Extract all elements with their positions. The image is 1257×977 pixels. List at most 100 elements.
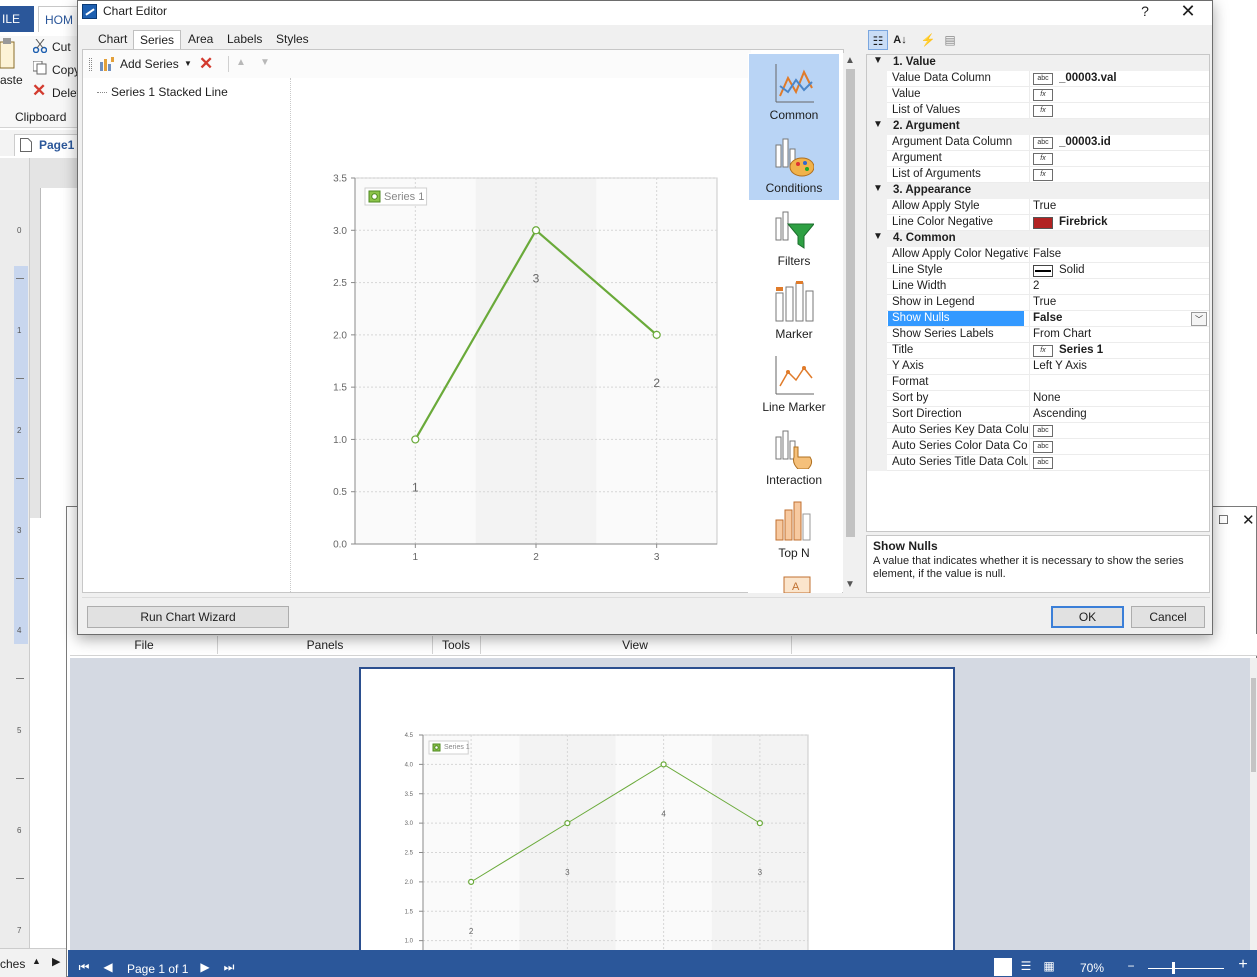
expression-icon[interactable]: fx (1033, 345, 1053, 357)
zoom-slider-thumb[interactable] (1172, 962, 1175, 974)
column-divider[interactable] (1029, 423, 1030, 439)
copy-button[interactable]: Copy (52, 63, 80, 77)
category-marker[interactable]: Marker (749, 273, 839, 346)
abc-icon[interactable]: abc (1033, 137, 1053, 149)
column-divider[interactable] (1029, 439, 1030, 455)
column-divider[interactable] (1029, 167, 1030, 183)
column-divider[interactable] (1029, 215, 1030, 231)
column-divider[interactable] (1029, 327, 1030, 343)
categorized-view-icon[interactable]: ☷ (868, 30, 888, 50)
column-divider[interactable] (1029, 375, 1030, 391)
add-series-button[interactable]: Add Series (120, 57, 179, 71)
scroll-down-icon[interactable]: ▼ (845, 579, 855, 590)
abc-icon[interactable]: abc (1033, 457, 1053, 469)
text-chart-icon[interactable]: A (774, 575, 814, 593)
property-row[interactable]: Line Color Negative Firebrick (867, 215, 1209, 231)
first-page-icon[interactable]: ⏮ (77, 960, 91, 974)
menu-file[interactable]: File (116, 638, 172, 652)
collapse-icon[interactable]: ▼ (873, 119, 883, 130)
property-row[interactable]: Argument fx (867, 151, 1209, 167)
property-row[interactable]: Show Nulls False ﹀ (867, 311, 1209, 327)
scissors-icon[interactable] (33, 39, 47, 53)
property-row[interactable]: Sort Direction Ascending (867, 407, 1209, 423)
column-divider[interactable] (1029, 359, 1030, 375)
column-divider[interactable] (1029, 103, 1030, 119)
property-value[interactable]: False (1033, 312, 1193, 324)
property-row[interactable]: Value Data Column abc _00003.val (867, 71, 1209, 87)
column-divider[interactable] (1029, 135, 1030, 151)
multi-page-view-icon[interactable]: ▦ (1042, 959, 1056, 973)
property-row[interactable]: Value fx (867, 87, 1209, 103)
collapse-icon[interactable]: ▼ (873, 231, 883, 242)
tab-area[interactable]: Area (182, 30, 219, 50)
property-value[interactable]: True (1033, 296, 1193, 308)
run-chart-wizard-button[interactable]: Run Chart Wizard (87, 606, 289, 628)
column-divider[interactable] (1029, 343, 1030, 359)
expression-icon[interactable]: fx (1033, 105, 1053, 117)
units-dropdown-icon[interactable]: ▲ (32, 956, 41, 966)
column-divider[interactable] (1029, 455, 1030, 471)
property-category[interactable]: ▼ 1. Value (867, 55, 1209, 71)
continuous-view-icon[interactable]: ☰ (1019, 959, 1033, 973)
sort-az-icon[interactable]: A↓ (890, 30, 910, 50)
column-divider[interactable] (1029, 71, 1030, 87)
ribbon-tab-file[interactable]: ILE (0, 6, 34, 32)
property-value[interactable]: 2 (1033, 280, 1193, 292)
property-row[interactable]: Line Width 2 (867, 279, 1209, 295)
property-value[interactable]: _00003.id (1059, 136, 1219, 148)
collapse-icon[interactable]: ▼ (873, 183, 883, 194)
line-style-icon[interactable] (1033, 265, 1053, 277)
property-row[interactable]: Format (867, 375, 1209, 391)
column-divider[interactable] (1029, 247, 1030, 263)
paste-icon[interactable] (0, 38, 16, 72)
property-value[interactable]: Firebrick (1059, 216, 1219, 228)
column-divider[interactable] (1029, 151, 1030, 167)
property-value[interactable]: Left Y Axis (1033, 360, 1193, 372)
property-category[interactable]: ▼ 4. Common (867, 231, 1209, 247)
single-page-view-icon[interactable] (994, 958, 1012, 976)
menu-tools[interactable]: Tools (432, 638, 480, 652)
property-row[interactable]: Show in Legend True (867, 295, 1209, 311)
category-top-n[interactable]: Top N (749, 492, 839, 565)
page-tab[interactable]: Page1 (14, 134, 80, 156)
abc-icon[interactable]: abc (1033, 425, 1053, 437)
column-divider[interactable] (1029, 311, 1030, 327)
series-tree-item[interactable]: Series 1 Stacked Line (111, 85, 228, 99)
design-page[interactable] (40, 188, 80, 518)
move-up-icon[interactable]: ▲ (236, 57, 246, 68)
property-row[interactable]: Show Series Labels From Chart (867, 327, 1209, 343)
menu-view[interactable]: View (610, 638, 660, 652)
dialog-titlebar[interactable]: Chart Editor ? ✕ (78, 1, 1212, 25)
property-row[interactable]: Title fx Series 1 (867, 343, 1209, 359)
category-line-marker[interactable]: Line Marker (749, 346, 839, 419)
add-series-dropdown-icon[interactable]: ▼ (184, 59, 192, 68)
property-value[interactable]: Series 1 (1059, 344, 1219, 356)
expression-icon[interactable]: fx (1033, 89, 1053, 101)
property-row[interactable]: Allow Apply Style True (867, 199, 1209, 215)
column-divider[interactable] (1029, 199, 1030, 215)
move-down-icon[interactable]: ▼ (260, 57, 270, 68)
help-button[interactable]: ? (1138, 3, 1152, 19)
delete-button[interactable]: Delet (52, 86, 80, 100)
prev-page-icon[interactable]: ◀ (101, 960, 115, 974)
category-common[interactable]: Common (749, 54, 839, 127)
property-row[interactable]: Argument Data Column abc _00003.id (867, 135, 1209, 151)
property-row[interactable]: Sort by None (867, 391, 1209, 407)
tab-labels[interactable]: Labels (221, 30, 268, 50)
category-scrollbar[interactable]: ▲ ▼ (843, 53, 857, 593)
expression-icon[interactable]: fx (1033, 169, 1053, 181)
column-divider[interactable] (1029, 263, 1030, 279)
events-icon[interactable]: ⚡ (918, 30, 938, 50)
property-value[interactable]: True (1033, 200, 1193, 212)
zoom-track[interactable] (1148, 968, 1224, 969)
column-divider[interactable] (1029, 391, 1030, 407)
preview-scroll-thumb[interactable] (1251, 678, 1256, 772)
property-row[interactable]: Line Style Solid (867, 263, 1209, 279)
zoom-out-icon[interactable]: − (1124, 959, 1138, 973)
abc-icon[interactable]: abc (1033, 73, 1053, 85)
play-icon[interactable]: ▶ (52, 955, 60, 968)
property-row[interactable]: Auto Series Key Data Column abc (867, 423, 1209, 439)
category-conditions[interactable]: Conditions (749, 127, 839, 200)
cut-button[interactable]: Cut (52, 40, 71, 54)
add-series-icon[interactable] (99, 56, 115, 72)
